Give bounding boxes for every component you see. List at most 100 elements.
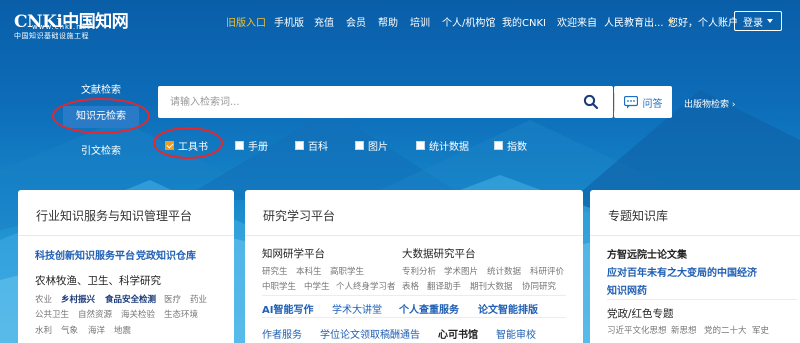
login-button[interactable]: 登录 [734,11,782,31]
link-lecture-hall[interactable]: 学术大讲堂 [332,301,382,316]
topic-knowledge-card: 专题知识库 方智远院士论文集 应对百年未有之大变局的中国经济 知识网药 党政/红… [590,190,800,343]
filter-handbook[interactable]: 手册 [235,138,268,153]
divider [18,235,234,236]
link-plagiarism-check[interactable]: 个人查重服务 [399,301,459,316]
nav-mobile[interactable]: 手机版 [274,14,304,29]
research-platform-card: 研究学习平台 知网研学平台 大数据研究平台 研究生 本科生 高职学生 中职学生 … [245,190,583,343]
search-input[interactable] [170,93,570,111]
section-heading: 农林牧渔、卫生、科学研究 [35,275,161,287]
nav-help[interactable]: 帮助 [378,14,398,29]
link-knowledge-pharma[interactable]: 知识网药 [607,282,647,297]
link-20th-congress[interactable]: 党的二十大 [704,324,747,336]
nav-member[interactable]: 会员 [346,14,366,29]
filter-label: 图片 [368,142,388,153]
link-journal-bigdata[interactable]: 期刊大数据 [470,280,513,292]
card-title: 研究学习平台 [263,209,336,223]
link-middle-school[interactable]: 中学生 [304,280,330,292]
filter-label: 手册 [248,142,268,153]
nav-training[interactable]: 培训 [410,14,430,29]
filter-index[interactable]: 指数 [494,138,527,153]
checkbox[interactable] [235,141,244,150]
col-title-study[interactable]: 知网研学平台 [262,246,325,261]
logo-subtitle: 中国知识基础设施工程 [14,32,89,40]
chevron-down-icon [767,19,773,23]
link-public-health[interactable]: 公共卫生 [35,308,69,320]
checkbox[interactable] [416,141,425,150]
link-tech-innovation[interactable]: 科技创新知识服务平台 [35,247,135,262]
link-translator[interactable]: 翻译助手 [427,280,461,292]
link-collab[interactable]: 协同研究 [522,280,556,292]
link-patent[interactable]: 专利分析 [402,265,436,277]
divider [607,299,797,300]
link-rural-revitalization[interactable]: 乡村振兴 [61,293,95,305]
link-royalty-notice[interactable]: 学位论文领取稿酬通告 [320,326,420,341]
divider [262,295,566,296]
filter-images[interactable]: 图片 [355,138,388,153]
nav-old-version[interactable]: 旧版入口 [226,14,266,29]
filter-encyclopedia[interactable]: 百科 [295,138,328,153]
checkbox[interactable] [494,141,503,150]
link-academic-images[interactable]: 学术图片 [444,265,478,277]
link-new-thought[interactable]: 新思想 [671,324,697,336]
col-title-bigdata[interactable]: 大数据研究平台 [402,246,476,261]
link-evaluation[interactable]: 科研评价 [530,265,564,277]
logo-url: www.cnki.net [32,23,91,31]
section-heading: 党政/红色专题 [607,308,674,320]
link-weather[interactable]: 气象 [61,324,78,336]
filter-label: 统计数据 [429,142,469,153]
nav-library[interactable]: 个人/机构馆 [442,14,495,29]
link-lifelong[interactable]: 个人终身学习者 [336,280,396,292]
link-undergrad[interactable]: 本科生 [296,265,322,277]
link-author-service[interactable]: 作者服务 [262,326,302,341]
link-food-safety[interactable]: 食品安全检测 [105,293,156,305]
link-ai-writing[interactable]: AI智能写作 [262,301,313,316]
card-title: 行业知识服务与知识管理平台 [36,209,193,223]
link-china-economy[interactable]: 应对百年未有之大变局的中国经济 [607,264,757,279]
institution-name: 人民教育出... [604,18,664,29]
link-statistics[interactable]: 统计数据 [487,265,521,277]
checkbox-checked[interactable] [165,141,174,150]
link-earthquake[interactable]: 地震 [114,324,131,336]
link-secondary-vocational[interactable]: 中职学生 [262,280,296,292]
qa-label: 问答 [642,98,663,110]
checkbox[interactable] [295,141,304,150]
top-bar: CNKi中国知网 www.cnki.net 中国知识基础设施工程 旧版入口 手机… [0,0,800,44]
card-title: 专题知识库 [608,209,669,223]
tab-literature-search[interactable]: 文献检索 [63,81,139,96]
filter-statistics[interactable]: 统计数据 [416,138,469,153]
link-smart-layout[interactable]: 论文智能排版 [478,301,538,316]
link-xi-culture[interactable]: 习近平文化思想 [607,324,667,336]
checkbox[interactable] [355,141,364,150]
link-ecology[interactable]: 生态环境 [164,308,198,320]
nav-recharge[interactable]: 充值 [314,14,334,29]
link-pharma[interactable]: 药业 [190,293,207,305]
filter-label: 百科 [308,142,328,153]
link-military-history[interactable]: 军史 [752,324,769,336]
link-academician-papers[interactable]: 方智远院士论文集 [607,246,687,261]
divider [245,235,583,236]
cnki-logo[interactable]: CNKi中国知网 www.cnki.net 中国知识基础设施工程 [14,7,154,40]
tab-knowledge-search[interactable]: 知识元检索 [63,106,139,128]
search-icon[interactable] [583,94,599,110]
link-customs[interactable]: 海关检验 [121,308,155,320]
link-vocational[interactable]: 高职学生 [330,265,364,277]
link-bookstore[interactable]: 心可书馆 [438,326,478,341]
link-party-knowledge[interactable]: 党政知识仓库 [136,247,196,262]
link-agriculture[interactable]: 农业 [35,293,52,305]
link-natural-resources[interactable]: 自然资源 [78,308,112,320]
qa-button[interactable]: 问答 [614,86,672,118]
nav-my-cnki[interactable]: 我的CNKI [502,14,546,29]
publication-search-link[interactable]: 出版物检索 › [684,97,735,110]
filter-label: 工具书 [178,142,208,153]
link-tables[interactable]: 表格 [402,280,419,292]
link-medical[interactable]: 医疗 [164,293,181,305]
nav-greeting[interactable]: 您好，个人账户 [668,14,738,29]
link-ocean[interactable]: 海洋 [88,324,105,336]
login-label: 登录 [743,17,763,29]
link-water[interactable]: 水利 [35,324,52,336]
link-proofreading[interactable]: 智能审校 [496,326,536,341]
tab-citation-search[interactable]: 引文检索 [63,142,139,157]
filter-reference-books[interactable]: 工具书 [165,138,208,153]
link-graduate[interactable]: 研究生 [262,265,288,277]
nav-institution-menu[interactable]: 人民教育出... [604,14,674,29]
